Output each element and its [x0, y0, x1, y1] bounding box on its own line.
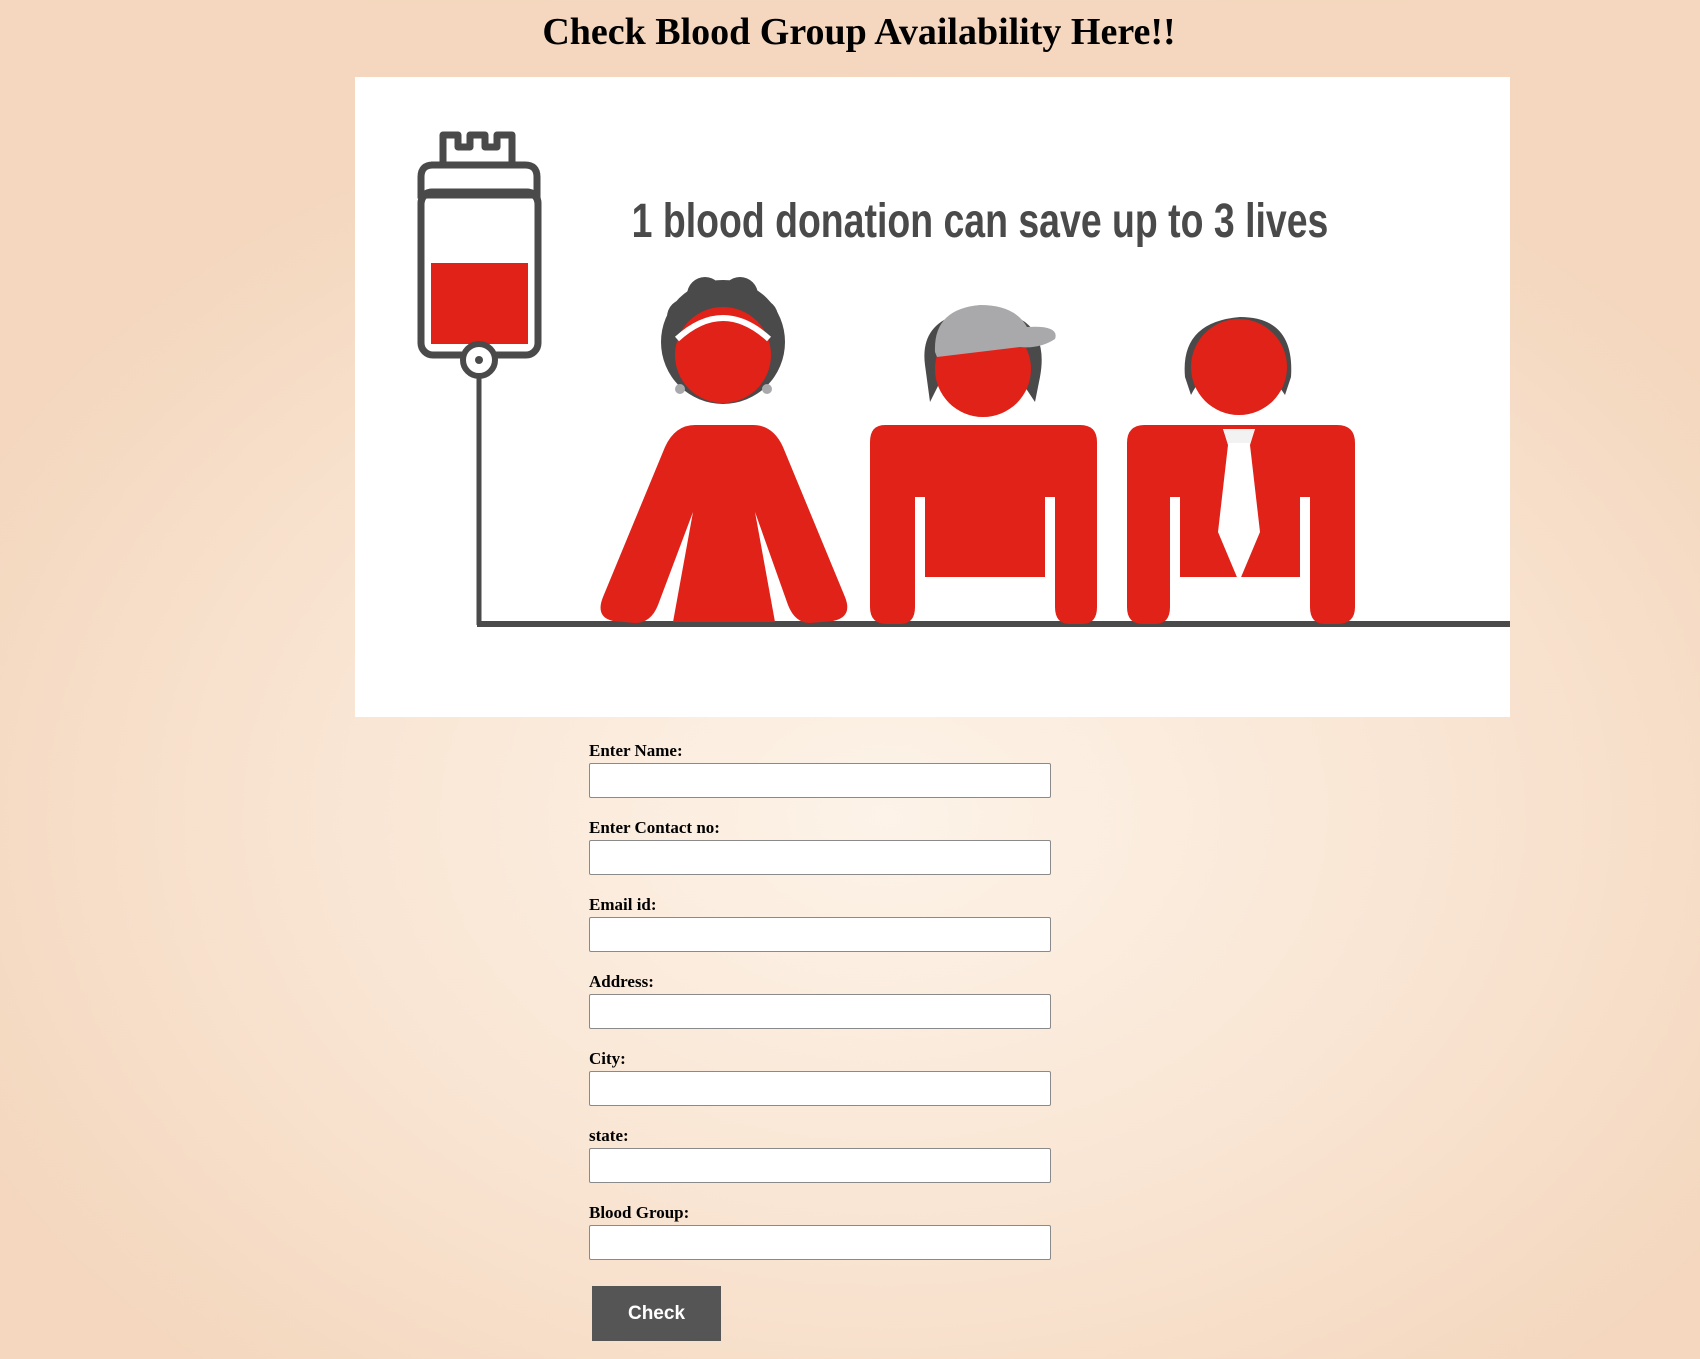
availability-form: Enter Name: Enter Contact no: Email id: …: [589, 741, 1051, 1280]
blood-group-input[interactable]: [589, 1225, 1051, 1260]
check-button[interactable]: Check: [592, 1286, 721, 1341]
man-with-tie-figure-icon: [1127, 317, 1355, 624]
state-input[interactable]: [589, 1148, 1051, 1183]
blood-group-label: Blood Group:: [589, 1203, 690, 1222]
blood-donation-banner: 1 blood donation can save up to 3 lives: [355, 77, 1510, 717]
contact-input[interactable]: [589, 840, 1051, 875]
state-label: state:: [589, 1126, 629, 1145]
address-input[interactable]: [589, 994, 1051, 1029]
contact-field-group: Enter Contact no:: [589, 818, 1051, 895]
blood-group-field-group: Blood Group:: [589, 1203, 1051, 1280]
email-label: Email id:: [589, 895, 657, 914]
contact-label: Enter Contact no:: [589, 818, 720, 837]
email-field-group: Email id:: [589, 895, 1051, 972]
email-input[interactable]: [589, 917, 1051, 952]
woman-figure-icon: [600, 277, 848, 623]
man-with-cap-figure-icon: [870, 305, 1097, 624]
address-label: Address:: [589, 972, 654, 991]
address-field-group: Address:: [589, 972, 1051, 1049]
page-title: Check Blood Group Availability Here!!: [542, 11, 1176, 53]
state-field-group: state:: [589, 1126, 1051, 1203]
name-input[interactable]: [589, 763, 1051, 798]
city-input[interactable]: [589, 1071, 1051, 1106]
city-label: City:: [589, 1049, 626, 1068]
name-field-group: Enter Name:: [589, 741, 1051, 818]
city-field-group: City:: [589, 1049, 1051, 1126]
banner-caption: 1 blood donation can save up to 3 lives: [632, 195, 1329, 249]
name-label: Enter Name:: [589, 741, 683, 760]
